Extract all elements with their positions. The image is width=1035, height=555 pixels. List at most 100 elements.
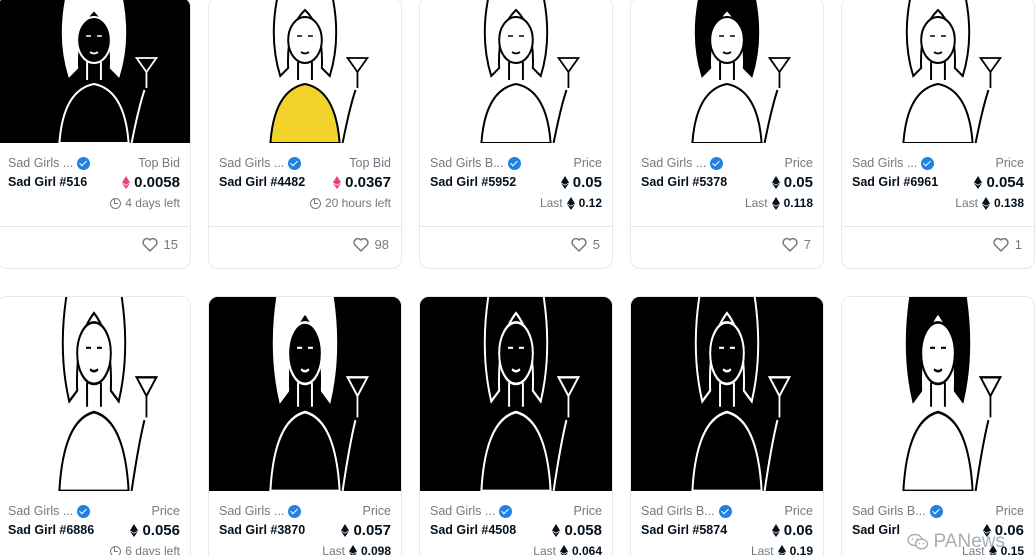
nft-name[interactable]: Sad Girl #3870 bbox=[219, 521, 314, 539]
clock-icon bbox=[309, 197, 321, 209]
nft-name[interactable]: Sad Girl #516 bbox=[8, 173, 103, 191]
favorite-button[interactable]: 1 bbox=[993, 237, 1022, 252]
card-divider bbox=[631, 226, 823, 227]
price-amount: 0.057 bbox=[353, 522, 391, 539]
collection-label: Sad Girls ... bbox=[8, 156, 74, 170]
like-count: 1 bbox=[1014, 237, 1022, 252]
nft-name[interactable]: Sad Girl #6886 bbox=[8, 521, 103, 539]
nft-name[interactable]: Sad Girl #5874 bbox=[641, 521, 736, 539]
collection-label: Sad Girls ... bbox=[219, 156, 285, 170]
collection-name[interactable]: Sad Girls ... bbox=[641, 156, 724, 170]
favorite-button[interactable]: 7 bbox=[782, 237, 811, 252]
collection-name[interactable]: Sad Girls ... bbox=[219, 504, 302, 518]
price-label: Top Bid bbox=[349, 156, 391, 170]
nft-image[interactable] bbox=[209, 297, 401, 491]
favorite-button[interactable]: 15 bbox=[141, 237, 178, 252]
nft-image[interactable] bbox=[631, 297, 823, 491]
last-label: Last bbox=[955, 196, 978, 210]
price-label: Price bbox=[151, 504, 180, 518]
card-divider bbox=[0, 226, 190, 227]
nft-card[interactable]: Sad Girls ... Sad Girl #4482 Top Bid 0.0… bbox=[208, 0, 402, 269]
verified-badge-icon bbox=[929, 504, 943, 518]
nft-card[interactable]: Sad Girls B... Sad Girl #5874 Price 0.06… bbox=[630, 296, 824, 555]
favorite-button[interactable]: 98 bbox=[352, 237, 389, 252]
nft-card[interactable]: Sad Girls ... Sad Girl #6961 Price 0.054… bbox=[841, 0, 1035, 269]
nft-image[interactable] bbox=[631, 0, 823, 143]
nft-card[interactable]: Sad Girls B... Sad Girl Price 0.06 Last 0… bbox=[841, 296, 1035, 555]
nft-name[interactable]: Sad Girl #5952 bbox=[430, 173, 525, 191]
collection-label: Sad Girls ... bbox=[219, 504, 285, 518]
collection-name[interactable]: Sad Girls ... bbox=[430, 504, 513, 518]
collection-name[interactable]: Sad Girls ... bbox=[219, 156, 302, 170]
collection-name[interactable]: Sad Girls ... bbox=[852, 156, 935, 170]
collection-name[interactable]: Sad Girls ... bbox=[8, 504, 91, 518]
collection-label: Sad Girls ... bbox=[852, 156, 918, 170]
eth-icon bbox=[981, 196, 990, 210]
like-count: 7 bbox=[803, 237, 811, 252]
heart-icon bbox=[993, 237, 1009, 252]
favorite-button[interactable]: 5 bbox=[571, 237, 600, 252]
nft-card[interactable]: Sad Girls B... Sad Girl #5952 Price 0.05… bbox=[419, 0, 613, 269]
price-value: 0.05 bbox=[560, 174, 602, 191]
verified-badge-icon bbox=[921, 156, 935, 170]
time-left: 6 days left bbox=[125, 544, 180, 555]
nft-card[interactable]: Sad Girls ... Sad Girl #4508 Price 0.058… bbox=[419, 296, 613, 555]
nft-name[interactable]: Sad Girl #4482 bbox=[219, 173, 314, 191]
price-value: 0.0058 bbox=[122, 174, 180, 191]
eth-icon bbox=[130, 524, 139, 537]
price-value: 0.056 bbox=[130, 522, 180, 539]
nft-image[interactable] bbox=[420, 0, 612, 143]
nft-image[interactable] bbox=[0, 0, 190, 143]
price-sub-info: Last 0.064 bbox=[533, 544, 602, 555]
nft-image[interactable] bbox=[842, 0, 1034, 143]
nft-card[interactable]: Sad Girls ... Sad Girl #5378 Price 0.05 … bbox=[630, 0, 824, 269]
eth-icon bbox=[771, 524, 780, 537]
nft-card[interactable]: Sad Girls ... Sad Girl #516 Top Bid 0.00… bbox=[0, 0, 191, 269]
nft-image[interactable] bbox=[0, 297, 190, 491]
price-amount: 0.056 bbox=[142, 522, 180, 539]
nft-card[interactable]: Sad Girls ... Sad Girl #6886 Price 0.056… bbox=[0, 296, 191, 555]
collection-label: Sad Girls B... bbox=[852, 504, 926, 518]
last-label: Last bbox=[750, 544, 774, 555]
eth-icon bbox=[771, 176, 780, 189]
collection-name[interactable]: Sad Girls B... bbox=[852, 504, 943, 518]
nft-image[interactable] bbox=[842, 297, 1034, 491]
nft-name[interactable]: Sad Girl #4508 bbox=[430, 521, 525, 539]
price-value: 0.058 bbox=[552, 522, 602, 539]
nft-name[interactable]: Sad Girl #6961 bbox=[852, 173, 947, 191]
last-label: Last bbox=[533, 544, 556, 555]
price-sub-info: Last 0.138 bbox=[955, 196, 1024, 210]
nft-card[interactable]: Sad Girls ... Sad Girl #3870 Price 0.057… bbox=[208, 296, 402, 555]
collection-name[interactable]: Sad Girls B... bbox=[430, 156, 521, 170]
price-amount: 0.054 bbox=[986, 174, 1024, 191]
price-sub-info: Last 0.12 bbox=[540, 196, 602, 210]
eth-icon bbox=[552, 524, 561, 537]
heart-icon bbox=[571, 237, 587, 252]
price-amount: 0.06 bbox=[783, 522, 813, 539]
nft-image[interactable] bbox=[420, 297, 612, 491]
price-label: Price bbox=[995, 504, 1024, 518]
last-label: Last bbox=[744, 196, 768, 210]
last-price: 0.12 bbox=[578, 196, 602, 210]
like-count: 98 bbox=[374, 237, 389, 252]
price-sub-info: 20 hours left bbox=[309, 196, 391, 210]
price-value: 0.054 bbox=[974, 174, 1024, 191]
collection-name[interactable]: Sad Girls B... bbox=[641, 504, 732, 518]
price-value: 0.05 bbox=[771, 174, 813, 191]
collection-label: Sad Girls ... bbox=[430, 504, 496, 518]
heart-icon bbox=[352, 237, 369, 252]
price-sub-info: Last 0.098 bbox=[322, 544, 391, 555]
weth-icon bbox=[333, 176, 342, 189]
collection-name[interactable]: Sad Girls ... bbox=[8, 156, 91, 170]
nft-image[interactable] bbox=[209, 0, 401, 143]
price-label: Price bbox=[995, 156, 1024, 170]
price-amount: 0.0367 bbox=[345, 174, 391, 191]
verified-badge-icon bbox=[77, 156, 91, 170]
eth-icon bbox=[566, 196, 575, 210]
nft-name[interactable]: Sad Girl #5378 bbox=[641, 173, 736, 191]
clock-icon bbox=[110, 545, 122, 555]
price-sub-info: 4 days left bbox=[110, 196, 180, 210]
price-value: 0.06 bbox=[771, 522, 813, 539]
eth-icon bbox=[974, 176, 983, 189]
last-price: 0.138 bbox=[993, 196, 1024, 210]
